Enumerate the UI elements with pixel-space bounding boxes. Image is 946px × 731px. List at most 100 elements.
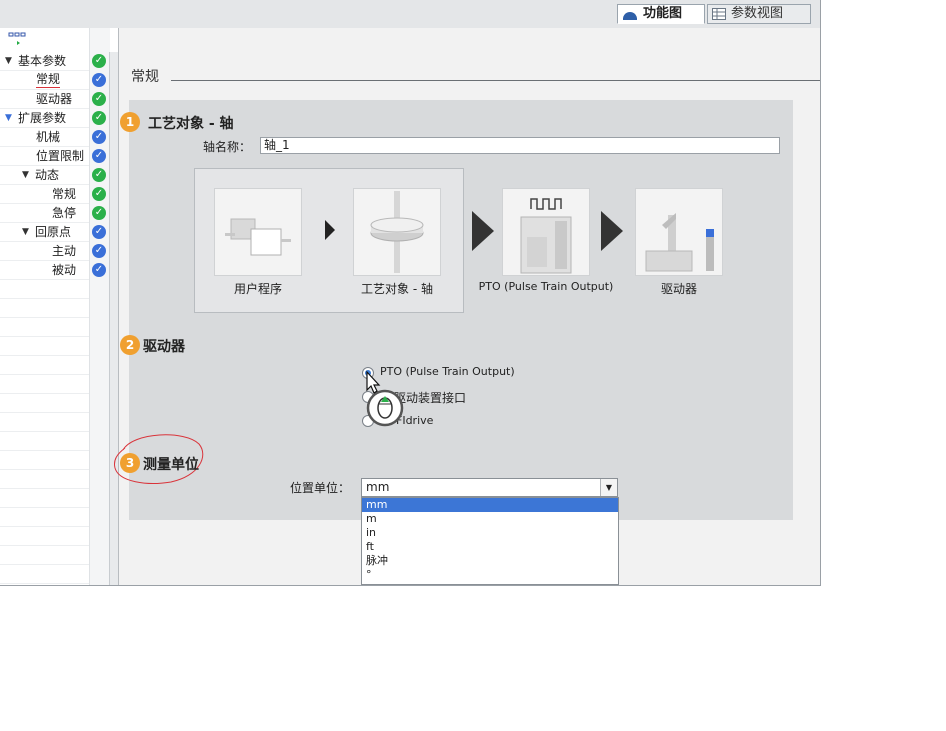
status-check-icon: ✓ — [92, 111, 106, 125]
tab-function-view-label: 功能图 — [643, 6, 683, 21]
status-check-icon: ✓ — [92, 92, 106, 106]
tab-parameter-view-label: 参数视图 — [731, 6, 784, 21]
tree-item[interactable]: 被动 — [0, 261, 89, 280]
expand-arrow-icon[interactable]: ▼ — [22, 223, 29, 241]
flow-label-user-program: 用户程序 — [233, 282, 282, 296]
tree-empty-row — [0, 375, 89, 394]
tree-empty-row — [0, 489, 89, 508]
tree-item-label: 被动 — [52, 263, 77, 277]
tree-item[interactable]: 机械 — [0, 128, 89, 147]
tree-item[interactable]: ▼ 扩展参数 — [0, 109, 89, 128]
status-check-icon: ✓ — [92, 206, 106, 220]
pulse-train-icon — [520, 198, 572, 274]
expand-arrow-icon[interactable]: ▼ — [5, 109, 12, 127]
tree-item[interactable]: 常规 — [0, 185, 89, 204]
tree-empty-row — [0, 527, 89, 546]
tree-empty-row — [0, 337, 89, 356]
unit-option[interactable]: in — [362, 526, 618, 540]
tree-item-label: 机械 — [36, 130, 61, 144]
tree-empty-row — [0, 280, 89, 299]
table-grid-icon — [712, 8, 726, 20]
flow-label-drive: 驱动器 — [660, 282, 697, 296]
tree-item[interactable]: 主动 — [0, 242, 89, 261]
flow-arrow-3-icon — [601, 211, 623, 251]
position-unit-select[interactable]: mm ▼ — [361, 478, 618, 497]
axis-name-label: 轴名称： — [203, 140, 252, 154]
tree-empty-row — [0, 565, 89, 584]
step-2-badge: 2 — [120, 335, 140, 355]
step-3-badge: 3 — [120, 453, 140, 473]
drive-motor-icon — [645, 213, 714, 272]
mouse-click-icon — [366, 370, 404, 427]
step-2-title: 驱动器 — [143, 339, 185, 355]
tree-item-label: 基本参数 — [18, 54, 67, 68]
tree-empty-row — [0, 432, 89, 451]
unit-option[interactable]: ° — [362, 568, 618, 582]
dropdown-arrow-icon[interactable]: ▼ — [600, 479, 617, 496]
tree-item[interactable]: 急停 — [0, 204, 89, 223]
tree-empty-row — [0, 299, 89, 318]
tree-item[interactable]: 常规 — [0, 71, 89, 90]
expand-arrow-icon[interactable]: ▼ — [5, 52, 12, 70]
tree-empty-row — [0, 394, 89, 413]
view-tab-bar: 功能图 参数视图 — [0, 0, 820, 29]
position-unit-dropdown[interactable]: mm m in ft 脉冲 ° — [361, 497, 619, 585]
section-title: 常规 — [131, 69, 159, 85]
axis-name-input[interactable]: 轴_1 — [260, 137, 780, 154]
step-3-title: 测量单位 — [143, 457, 199, 473]
unit-option[interactable]: m — [362, 512, 618, 526]
status-check-icon: ✓ — [92, 244, 106, 258]
tab-function-view[interactable]: 功能图 — [617, 4, 705, 24]
axis-object-image — [353, 188, 441, 276]
tree-item[interactable]: ▼ 基本参数 — [0, 52, 89, 71]
tab-parameter-view[interactable]: 参数视图 — [707, 4, 811, 24]
tree-item[interactable]: ▼ 动态 — [0, 166, 89, 185]
tree-item[interactable]: 驱动器 — [0, 90, 89, 109]
status-check-icon: ✓ — [92, 263, 106, 277]
section-divider — [171, 80, 820, 81]
tree-empty-row — [0, 508, 89, 527]
tree-item-label: 急停 — [52, 206, 77, 220]
tree-item-label: 动态 — [35, 168, 60, 182]
drive-image — [635, 188, 723, 276]
flow-arrow-1-icon — [325, 220, 335, 240]
tree-toolbar-icon[interactable] — [8, 31, 26, 47]
tree-item-label: 常规 — [36, 72, 61, 88]
unit-option[interactable]: mm — [362, 498, 618, 512]
unit-option[interactable]: ft — [362, 540, 618, 554]
status-check-icon: ✓ — [92, 149, 106, 163]
status-check-icon: ✓ — [92, 73, 106, 87]
status-check-icon: ✓ — [92, 130, 106, 144]
tree-item-label: 主动 — [52, 244, 77, 258]
status-check-icon: ✓ — [92, 168, 106, 182]
program-blocks-icon — [225, 218, 291, 256]
tree-item-label: 扩展参数 — [18, 111, 67, 125]
flow-label-pto: PTO (Pulse Train Output) — [478, 280, 614, 293]
tree-item-label: 回原点 — [35, 225, 72, 239]
step-1-badge: 1 — [120, 112, 140, 132]
main-content: 常规 1 工艺对象 - 轴 轴名称： 轴_1 用户程序 工艺对象 - 轴 PTO… — [114, 28, 820, 585]
unit-option[interactable]: 脉冲 — [362, 554, 618, 568]
tree-scrollbar[interactable] — [109, 52, 118, 585]
tree-item-label: 位置限制 — [36, 149, 85, 163]
function-view-icon — [623, 12, 637, 20]
tree-item-label: 驱动器 — [36, 92, 73, 106]
flow-arrow-2-icon — [472, 211, 494, 251]
status-check-icon: ✓ — [92, 187, 106, 201]
flow-label-axis-object: 工艺对象 - 轴 — [361, 282, 433, 296]
app-window: 功能图 参数视图 ▼ 基本参数 常规 驱动器 ▼ 扩展参数 机械 位置限制 ▼ 动态 常规 急停 ▼ 回原… — [0, 0, 821, 586]
pto-image — [502, 188, 590, 276]
user-program-image — [214, 188, 302, 276]
tree-empty-row — [0, 470, 89, 489]
tree-item[interactable]: ▼ 回原点 — [0, 223, 89, 242]
tree-item[interactable]: 位置限制 — [0, 147, 89, 166]
expand-arrow-icon[interactable]: ▼ — [22, 166, 29, 184]
axis-disc-icon — [370, 191, 424, 273]
tree-empty-row — [0, 451, 89, 470]
tree-empty-row — [0, 356, 89, 375]
position-unit-label: 位置单位： — [290, 481, 351, 495]
position-unit-value: mm — [366, 480, 390, 494]
status-check-icon: ✓ — [92, 225, 106, 239]
status-check-icon: ✓ — [92, 54, 106, 68]
tree-item-label: 常规 — [52, 187, 77, 201]
